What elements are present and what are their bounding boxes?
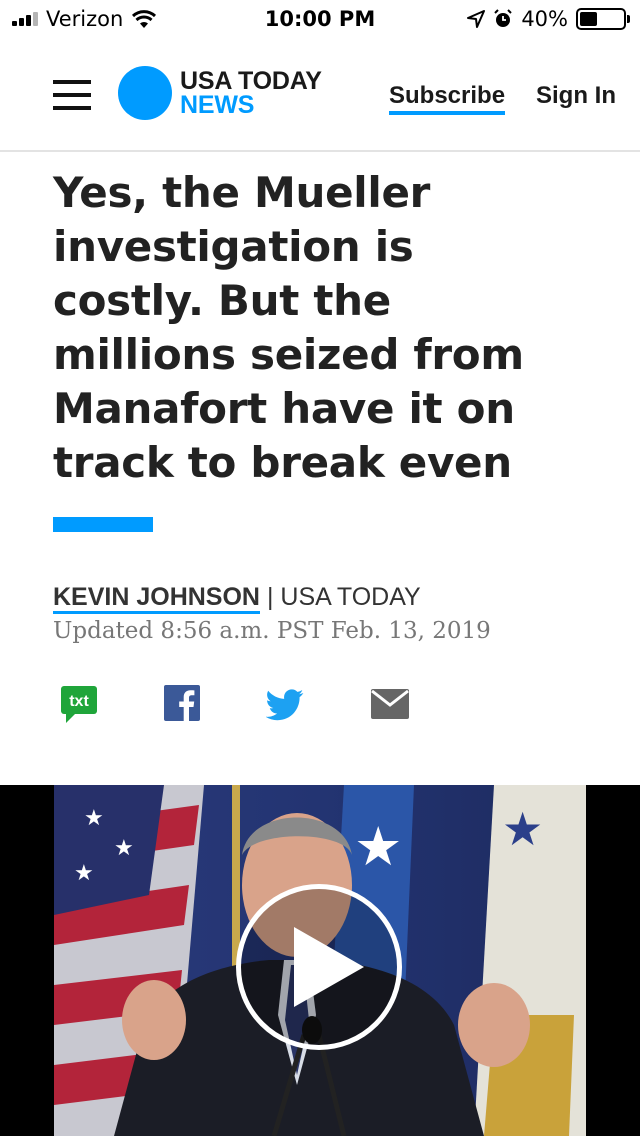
menu-icon[interactable]: [53, 80, 91, 112]
share-facebook-button[interactable]: [164, 685, 200, 725]
status-right: 40%: [467, 7, 630, 31]
share-bar: txt: [0, 685, 640, 725]
headline-line: millions seized from: [53, 330, 524, 379]
subscribe-link[interactable]: Subscribe: [389, 82, 506, 115]
battery-icon: [576, 8, 630, 30]
svg-text:★: ★: [354, 817, 402, 877]
headline-line: Yes, the Mueller: [53, 168, 431, 217]
byline-separator: |: [266, 583, 274, 611]
headline-line: investigation is: [53, 222, 414, 271]
svg-text:★: ★: [84, 805, 104, 830]
alarm-clock-icon: [494, 9, 513, 27]
svg-text:★: ★: [74, 860, 94, 885]
site-header: USA TODAY NEWS Subscribe Sign In: [0, 40, 640, 152]
text-message-icon: txt: [61, 686, 97, 723]
article-headline: Yes, the Mueller investigation is costly…: [53, 166, 613, 490]
email-icon: [371, 689, 409, 719]
headline-line: costly. But the: [53, 276, 391, 325]
txt-label: txt: [69, 693, 89, 710]
play-button[interactable]: [236, 884, 402, 1050]
play-icon: [294, 927, 364, 1007]
byline: KEVIN JOHNSON | USA TODAY: [53, 583, 421, 614]
sign-in-link[interactable]: Sign In: [536, 82, 616, 110]
publication-name: USA TODAY: [280, 583, 421, 611]
svg-text:★: ★: [502, 803, 543, 855]
share-twitter-button[interactable]: [265, 685, 304, 725]
logo-text: USA TODAY NEWS: [180, 67, 322, 119]
headline-line: track to break even: [53, 438, 512, 487]
updated-timestamp: Updated 8:56 a.m. PST Feb. 13, 2019: [53, 618, 491, 644]
battery-percent: 40%: [521, 7, 568, 31]
twitter-icon: [265, 689, 304, 721]
logo-section: NEWS: [180, 91, 255, 119]
logo-circle: [118, 66, 172, 120]
battery-level: [580, 12, 597, 26]
headline-accent-bar: [53, 517, 153, 532]
facebook-icon: [164, 685, 200, 721]
svg-text:★: ★: [114, 835, 134, 860]
status-bar: Verizon 10:00 PM 40%: [0, 0, 640, 40]
location-arrow-icon: [467, 10, 486, 28]
headline-line: Manafort have it on: [53, 384, 515, 433]
author-link[interactable]: KEVIN JOHNSON: [53, 583, 260, 614]
share-text-button[interactable]: txt: [60, 685, 98, 725]
usa-today-logo[interactable]: USA TODAY NEWS: [118, 66, 322, 120]
logo-title: USA TODAY: [180, 67, 322, 95]
share-email-button[interactable]: [371, 685, 409, 725]
